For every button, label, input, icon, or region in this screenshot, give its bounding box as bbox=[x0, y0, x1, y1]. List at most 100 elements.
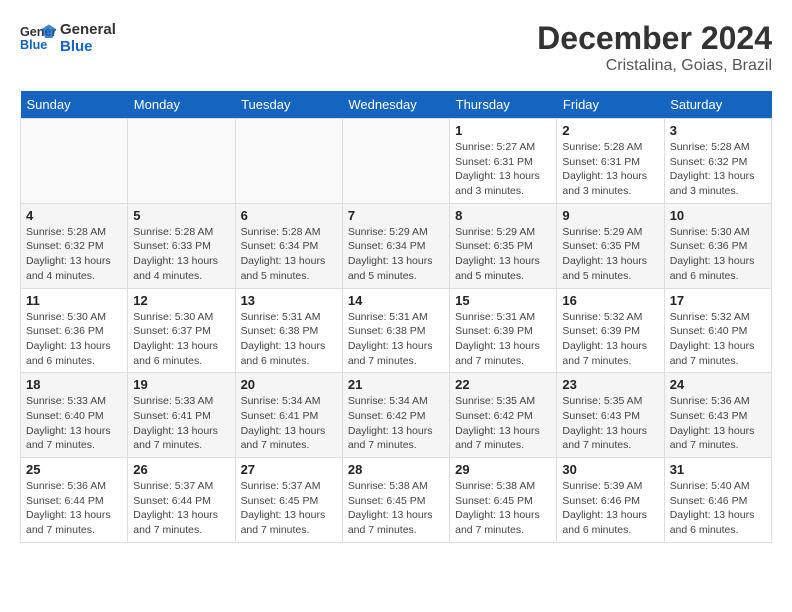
day-number: 3 bbox=[670, 123, 766, 138]
day-number: 28 bbox=[348, 462, 444, 477]
day-detail: Sunrise: 5:35 AM Sunset: 6:42 PM Dayligh… bbox=[455, 394, 551, 453]
svg-text:Blue: Blue bbox=[20, 38, 47, 52]
day-number: 7 bbox=[348, 208, 444, 223]
calendar-cell: 21 Sunrise: 5:34 AM Sunset: 6:42 PM Dayli… bbox=[342, 373, 449, 458]
calendar-cell: 19 Sunrise: 5:33 AM Sunset: 6:41 PM Dayli… bbox=[128, 373, 235, 458]
day-number: 18 bbox=[26, 377, 122, 392]
calendar-cell: 31 Sunrise: 5:40 AM Sunset: 6:46 PM Dayli… bbox=[664, 458, 771, 543]
calendar-cell: 7Sunrise: 5:29 AM Sunset: 6:34 PM Daylig… bbox=[342, 203, 449, 288]
day-header-friday: Friday bbox=[557, 91, 664, 119]
day-detail: Sunrise: 5:31 AM Sunset: 6:38 PM Dayligh… bbox=[348, 310, 444, 369]
calendar-cell: 13 Sunrise: 5:31 AM Sunset: 6:38 PM Dayli… bbox=[235, 288, 342, 373]
calendar-cell: 23Sunrise: 5:35 AM Sunset: 6:43 PM Dayli… bbox=[557, 373, 664, 458]
calendar-cell: 1Sunrise: 5:27 AM Sunset: 6:31 PM Daylig… bbox=[450, 119, 557, 204]
month-title: December 2024 bbox=[537, 20, 772, 57]
day-number: 4 bbox=[26, 208, 122, 223]
calendar-cell: 6 Sunrise: 5:28 AM Sunset: 6:34 PM Daylig… bbox=[235, 203, 342, 288]
calendar-cell: 30Sunrise: 5:39 AM Sunset: 6:46 PM Dayli… bbox=[557, 458, 664, 543]
calendar-cell: 18Sunrise: 5:33 AM Sunset: 6:40 PM Dayli… bbox=[21, 373, 128, 458]
day-number: 15 bbox=[455, 293, 551, 308]
calendar-cell bbox=[235, 119, 342, 204]
day-number: 25 bbox=[26, 462, 122, 477]
day-detail: Sunrise: 5:38 AM Sunset: 6:45 PM Dayligh… bbox=[348, 479, 444, 538]
day-number: 19 bbox=[133, 377, 229, 392]
day-number: 12 bbox=[133, 293, 229, 308]
day-number: 9 bbox=[562, 208, 658, 223]
day-detail: Sunrise: 5:36 AM Sunset: 6:43 PM Dayligh… bbox=[670, 394, 766, 453]
day-detail: Sunrise: 5:29 AM Sunset: 6:35 PM Dayligh… bbox=[562, 225, 658, 284]
calendar-week-5: 25 Sunrise: 5:36 AM Sunset: 6:44 PM Dayli… bbox=[21, 458, 772, 543]
day-number: 11 bbox=[26, 293, 122, 308]
calendar-cell: 17 Sunrise: 5:32 AM Sunset: 6:40 PM Dayli… bbox=[664, 288, 771, 373]
day-detail: Sunrise: 5:32 AM Sunset: 6:40 PM Dayligh… bbox=[670, 310, 766, 369]
day-detail: Sunrise: 5:37 AM Sunset: 6:45 PM Dayligh… bbox=[241, 479, 337, 538]
calendar-cell: 9 Sunrise: 5:29 AM Sunset: 6:35 PM Daylig… bbox=[557, 203, 664, 288]
calendar-week-3: 11 Sunrise: 5:30 AM Sunset: 6:36 PM Dayli… bbox=[21, 288, 772, 373]
day-detail: Sunrise: 5:33 AM Sunset: 6:41 PM Dayligh… bbox=[133, 394, 229, 453]
calendar-cell: 11 Sunrise: 5:30 AM Sunset: 6:36 PM Dayli… bbox=[21, 288, 128, 373]
day-number: 16 bbox=[562, 293, 658, 308]
day-detail: Sunrise: 5:36 AM Sunset: 6:44 PM Dayligh… bbox=[26, 479, 122, 538]
calendar-cell: 26 Sunrise: 5:37 AM Sunset: 6:44 PM Dayli… bbox=[128, 458, 235, 543]
calendar-cell: 4Sunrise: 5:28 AM Sunset: 6:32 PM Daylig… bbox=[21, 203, 128, 288]
page-header: General Blue General Blue December 2024 … bbox=[20, 20, 772, 75]
title-block: December 2024 Cristalina, Goias, Brazil bbox=[537, 20, 772, 75]
calendar-cell: 8Sunrise: 5:29 AM Sunset: 6:35 PM Daylig… bbox=[450, 203, 557, 288]
day-detail: Sunrise: 5:27 AM Sunset: 6:31 PM Dayligh… bbox=[455, 140, 551, 199]
day-detail: Sunrise: 5:31 AM Sunset: 6:39 PM Dayligh… bbox=[455, 310, 551, 369]
day-detail: Sunrise: 5:28 AM Sunset: 6:33 PM Dayligh… bbox=[133, 225, 229, 284]
day-number: 26 bbox=[133, 462, 229, 477]
calendar-cell: 14 Sunrise: 5:31 AM Sunset: 6:38 PM Dayli… bbox=[342, 288, 449, 373]
calendar-cell: 12 Sunrise: 5:30 AM Sunset: 6:37 PM Dayli… bbox=[128, 288, 235, 373]
day-header-saturday: Saturday bbox=[664, 91, 771, 119]
day-number: 6 bbox=[241, 208, 337, 223]
calendar-cell: 22 Sunrise: 5:35 AM Sunset: 6:42 PM Dayli… bbox=[450, 373, 557, 458]
calendar-cell: 27 Sunrise: 5:37 AM Sunset: 6:45 PM Dayli… bbox=[235, 458, 342, 543]
calendar-cell: 28 Sunrise: 5:38 AM Sunset: 6:45 PM Dayli… bbox=[342, 458, 449, 543]
logo: General Blue General Blue bbox=[20, 20, 116, 56]
day-detail: Sunrise: 5:32 AM Sunset: 6:39 PM Dayligh… bbox=[562, 310, 658, 369]
day-detail: Sunrise: 5:37 AM Sunset: 6:44 PM Dayligh… bbox=[133, 479, 229, 538]
calendar-cell: 5Sunrise: 5:28 AM Sunset: 6:33 PM Daylig… bbox=[128, 203, 235, 288]
calendar-week-1: 1Sunrise: 5:27 AM Sunset: 6:31 PM Daylig… bbox=[21, 119, 772, 204]
location: Cristalina, Goias, Brazil bbox=[537, 57, 772, 75]
day-number: 13 bbox=[241, 293, 337, 308]
day-detail: Sunrise: 5:30 AM Sunset: 6:37 PM Dayligh… bbox=[133, 310, 229, 369]
day-detail: Sunrise: 5:40 AM Sunset: 6:46 PM Dayligh… bbox=[670, 479, 766, 538]
day-number: 2 bbox=[562, 123, 658, 138]
calendar-cell: 2Sunrise: 5:28 AM Sunset: 6:31 PM Daylig… bbox=[557, 119, 664, 204]
day-detail: Sunrise: 5:31 AM Sunset: 6:38 PM Dayligh… bbox=[241, 310, 337, 369]
day-number: 31 bbox=[670, 462, 766, 477]
calendar-cell: 20Sunrise: 5:34 AM Sunset: 6:41 PM Dayli… bbox=[235, 373, 342, 458]
calendar-cell: 29 Sunrise: 5:38 AM Sunset: 6:45 PM Dayli… bbox=[450, 458, 557, 543]
calendar-cell: 25 Sunrise: 5:36 AM Sunset: 6:44 PM Dayli… bbox=[21, 458, 128, 543]
day-detail: Sunrise: 5:38 AM Sunset: 6:45 PM Dayligh… bbox=[455, 479, 551, 538]
calendar-cell bbox=[21, 119, 128, 204]
day-detail: Sunrise: 5:34 AM Sunset: 6:42 PM Dayligh… bbox=[348, 394, 444, 453]
calendar-cell bbox=[128, 119, 235, 204]
day-number: 29 bbox=[455, 462, 551, 477]
day-number: 27 bbox=[241, 462, 337, 477]
day-detail: Sunrise: 5:39 AM Sunset: 6:46 PM Dayligh… bbox=[562, 479, 658, 538]
day-number: 20 bbox=[241, 377, 337, 392]
calendar-week-2: 4Sunrise: 5:28 AM Sunset: 6:32 PM Daylig… bbox=[21, 203, 772, 288]
day-number: 14 bbox=[348, 293, 444, 308]
calendar-cell: 15 Sunrise: 5:31 AM Sunset: 6:39 PM Dayli… bbox=[450, 288, 557, 373]
day-number: 17 bbox=[670, 293, 766, 308]
day-number: 24 bbox=[670, 377, 766, 392]
day-number: 10 bbox=[670, 208, 766, 223]
day-header-thursday: Thursday bbox=[450, 91, 557, 119]
day-header-wednesday: Wednesday bbox=[342, 91, 449, 119]
calendar-header-row: SundayMondayTuesdayWednesdayThursdayFrid… bbox=[21, 91, 772, 119]
calendar-cell: 16 Sunrise: 5:32 AM Sunset: 6:39 PM Dayli… bbox=[557, 288, 664, 373]
day-number: 22 bbox=[455, 377, 551, 392]
day-detail: Sunrise: 5:30 AM Sunset: 6:36 PM Dayligh… bbox=[26, 310, 122, 369]
calendar-week-4: 18Sunrise: 5:33 AM Sunset: 6:40 PM Dayli… bbox=[21, 373, 772, 458]
calendar-cell: 10Sunrise: 5:30 AM Sunset: 6:36 PM Dayli… bbox=[664, 203, 771, 288]
calendar-cell: 3Sunrise: 5:28 AM Sunset: 6:32 PM Daylig… bbox=[664, 119, 771, 204]
day-number: 21 bbox=[348, 377, 444, 392]
logo-text-line1: General bbox=[60, 21, 116, 38]
day-header-tuesday: Tuesday bbox=[235, 91, 342, 119]
day-header-sunday: Sunday bbox=[21, 91, 128, 119]
day-detail: Sunrise: 5:28 AM Sunset: 6:34 PM Dayligh… bbox=[241, 225, 337, 284]
